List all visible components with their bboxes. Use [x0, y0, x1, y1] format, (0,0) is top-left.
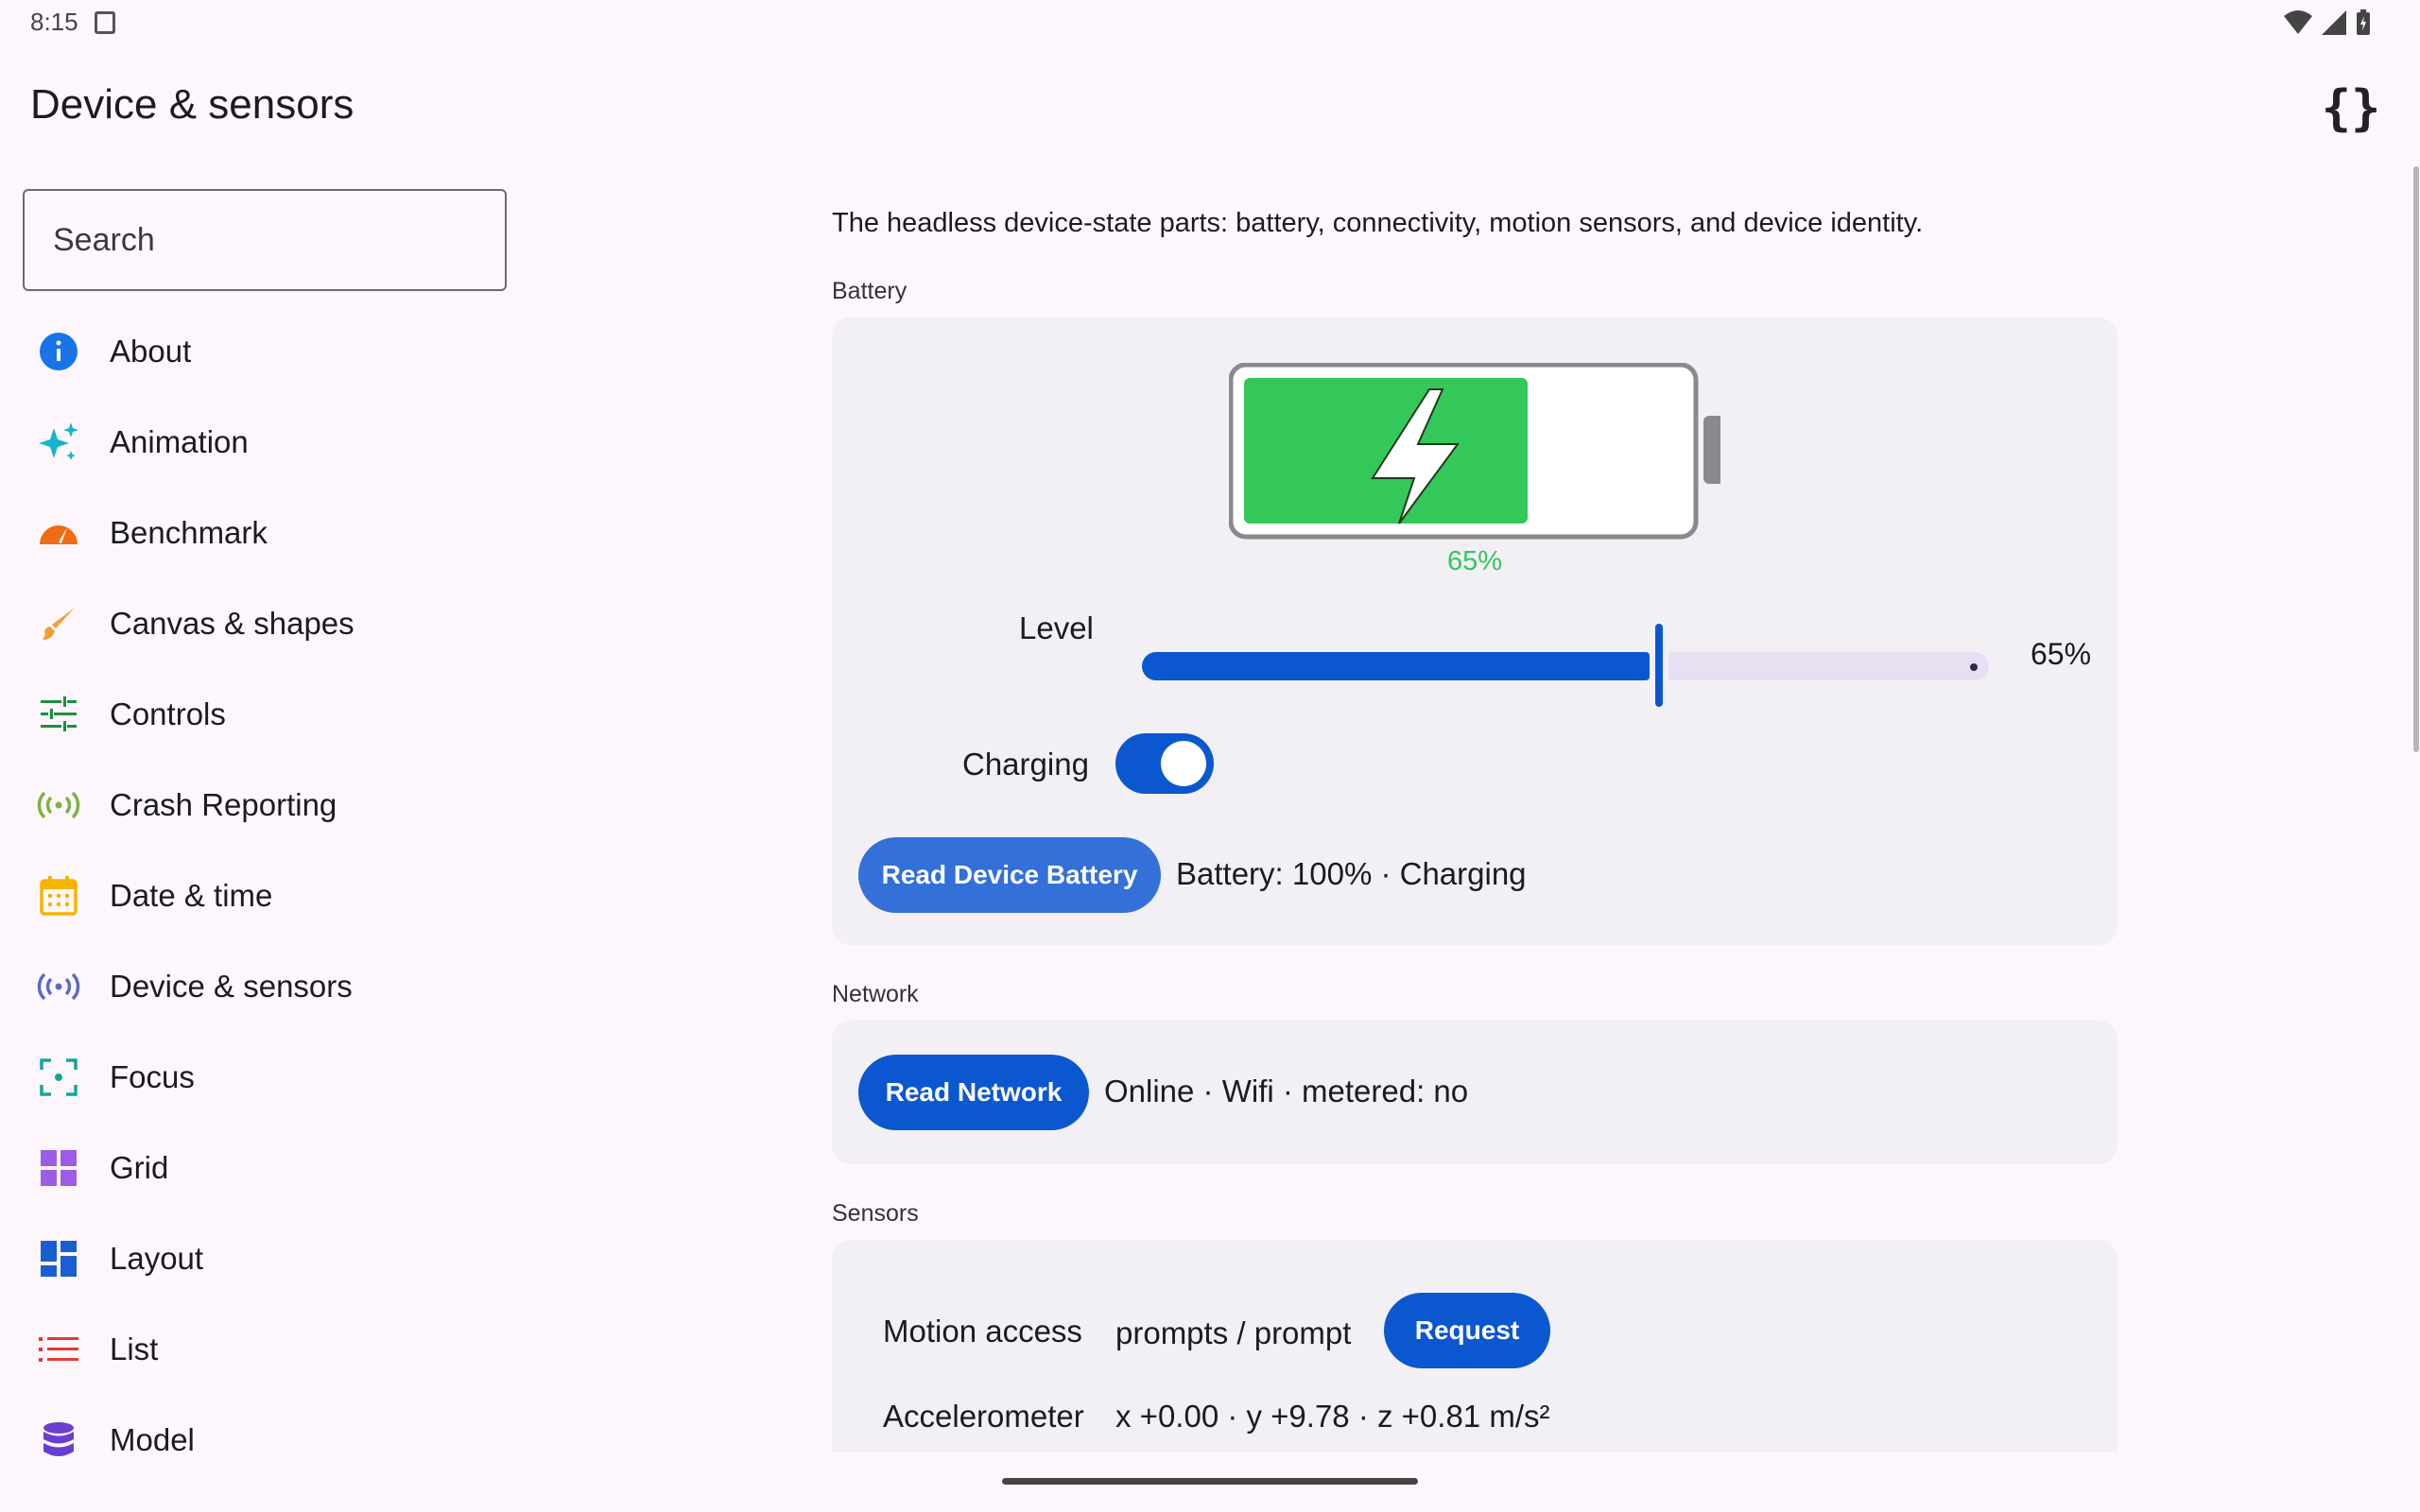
accelerometer-value: x +0.00 · y +9.78 · z +0.81 m/s² [1115, 1399, 1550, 1434]
database-icon [28, 1410, 89, 1470]
sidebar-item-label: About [110, 334, 192, 369]
dashboard-icon [28, 1228, 89, 1289]
status-time: 8:15 [30, 8, 78, 36]
accelerometer-label: Accelerometer [883, 1399, 1084, 1434]
sidebar-item-label: Crash Reporting [110, 787, 337, 822]
scrollbar[interactable] [2413, 166, 2419, 752]
battery-result: Battery: 100% · Charging [1176, 856, 1527, 891]
sidebar-item-label: List [110, 1332, 159, 1366]
status-bar: 8:15 [0, 0, 2420, 45]
sidebar-item-label: Benchmark [110, 515, 268, 550]
list-icon [28, 1319, 89, 1380]
grid-icon [28, 1138, 89, 1198]
focus-icon [28, 1047, 89, 1108]
cell-signal-icon [2322, 10, 2346, 35]
slider-track-inactive [1668, 652, 1989, 680]
sidebar-item-label: Date & time [110, 878, 273, 913]
sidebar-item-animation[interactable]: Animation [23, 397, 514, 488]
status-icons [2284, 9, 2371, 36]
motion-access-label: Motion access [883, 1314, 1082, 1349]
sidebar-item-controls[interactable]: Controls [23, 669, 514, 760]
battery-graphic [1229, 363, 1720, 540]
home-indicator[interactable] [1002, 1478, 1418, 1485]
tune-icon [28, 684, 89, 745]
sidebar-item-label: Model [110, 1422, 195, 1457]
motion-access-value: prompts / prompt [1115, 1315, 1352, 1350]
network-section-label: Network [832, 981, 919, 1007]
sensors-section-label: Sensors [832, 1200, 919, 1227]
slider-track-active [1142, 652, 1650, 680]
sidebar-item-layout[interactable]: Layout [23, 1213, 514, 1304]
battery-fill [1244, 378, 1528, 524]
brush-icon [28, 593, 89, 654]
level-label: Level [1019, 610, 1094, 645]
read-network-button[interactable]: Read Network [858, 1055, 1089, 1130]
sidebar-item-label: Grid [110, 1150, 169, 1185]
search-input[interactable] [23, 189, 507, 291]
battery-section-label: Battery [832, 278, 908, 304]
sidebar-item-about[interactable]: About [23, 306, 514, 397]
charging-toggle[interactable] [1115, 733, 1214, 794]
battery-percent-label: 65% [1446, 546, 1503, 576]
info-icon [28, 321, 89, 382]
battery-card: 65% Level 65% Charging Read Device Batte… [832, 318, 2118, 945]
sidebar-item-grid[interactable]: Grid [23, 1123, 514, 1213]
app-title: Device & sensors [30, 81, 354, 128]
level-value: 65% [2031, 637, 2092, 671]
page-description: The headless device-state parts: battery… [832, 208, 1924, 238]
calendar-icon [28, 866, 89, 926]
sidebar-item-label: Focus [110, 1059, 195, 1094]
sidebar-item-benchmark[interactable]: Benchmark [23, 488, 514, 578]
sidebar-item-crash-reporting[interactable]: Crash Reporting [23, 760, 514, 850]
network-card: Read Network Online · Wifi · metered: no [832, 1021, 2118, 1164]
wifi-icon [2284, 10, 2312, 34]
code-braces-icon: {} [2321, 80, 2381, 137]
slider-stop-indicator [1970, 663, 1978, 671]
sidebar-item-focus[interactable]: Focus [23, 1032, 514, 1123]
level-slider[interactable] [1142, 614, 1989, 707]
charging-label: Charging [962, 747, 1089, 782]
sensors-card: Motion access prompts / prompt Request A… [832, 1240, 2118, 1452]
sidebar-nav: About Animation Benchmark Canvas & shape… [23, 306, 514, 1486]
broadcast-icon [28, 775, 89, 835]
request-button[interactable]: Request [1384, 1293, 1550, 1368]
network-result: Online · Wifi · metered: no [1104, 1074, 1469, 1108]
sidebar-item-date-time[interactable]: Date & time [23, 850, 514, 941]
slider-thumb[interactable] [1655, 624, 1663, 707]
sparkle-icon [28, 412, 89, 472]
sidebar-item-label: Animation [110, 424, 249, 459]
sidebar-item-label: Canvas & shapes [110, 606, 354, 641]
speedometer-icon [28, 503, 89, 563]
sidebar-item-canvas-shapes[interactable]: Canvas & shapes [23, 578, 514, 669]
read-device-battery-button[interactable]: Read Device Battery [858, 837, 1161, 913]
document-icon [95, 11, 115, 34]
sensors-icon [28, 956, 89, 1017]
sidebar-item-label: Controls [110, 696, 226, 731]
battery-status-icon [2357, 9, 2370, 35]
sidebar-item-device-sensors[interactable]: Device & sensors [23, 941, 514, 1032]
sidebar-item-label: Layout [110, 1241, 204, 1276]
sidebar-item-list[interactable]: List [23, 1304, 514, 1395]
sidebar-item-label: Device & sensors [110, 969, 353, 1004]
sidebar-item-model[interactable]: Model [23, 1395, 514, 1486]
toggle-knob [1161, 741, 1206, 786]
json-view-button[interactable]: {} [2320, 77, 2382, 140]
